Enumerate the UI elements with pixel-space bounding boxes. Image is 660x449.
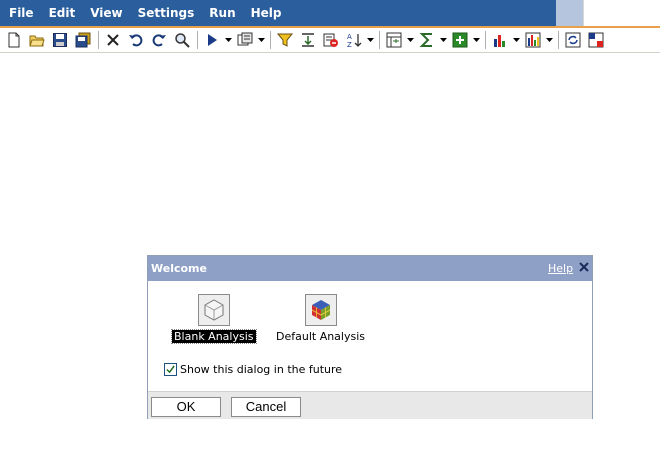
run-options-icon[interactable]	[235, 30, 255, 50]
bar-chart-icon[interactable]	[490, 30, 510, 50]
dialog-footer: OK Cancel	[148, 391, 592, 419]
menu-view[interactable]: View	[81, 0, 128, 26]
dialog-title: Welcome	[151, 262, 207, 275]
find-icon[interactable]	[172, 30, 192, 50]
chevron-down-icon[interactable]	[473, 30, 480, 50]
close-icon[interactable]	[576, 259, 592, 275]
svg-text:A: A	[347, 33, 352, 41]
open-folder-icon[interactable]	[27, 30, 47, 50]
sort-icon[interactable]	[298, 30, 318, 50]
pivot-icon[interactable]	[586, 30, 606, 50]
cancel-button[interactable]: Cancel	[231, 397, 301, 417]
column-chart-icon[interactable]	[523, 30, 543, 50]
menu-edit[interactable]: Edit	[40, 0, 82, 26]
colored-cube-icon	[304, 294, 337, 326]
toolbar-separator	[558, 31, 559, 49]
menu-bar: File Edit View Settings Run Help	[0, 0, 556, 26]
chevron-down-icon[interactable]	[225, 30, 232, 50]
redo-icon[interactable]	[149, 30, 169, 50]
blank-analysis-option[interactable]: Blank Analysis	[171, 294, 257, 344]
default-analysis-option[interactable]: Default Analysis	[274, 294, 367, 343]
new-document-icon[interactable]	[4, 30, 24, 50]
menubar-end-panel	[556, 0, 583, 26]
welcome-dialog: Welcome Help Blank Analysis Default Anal…	[147, 255, 593, 419]
undo-icon[interactable]	[126, 30, 146, 50]
svg-text:Z: Z	[347, 41, 352, 48]
toolbar: AZ	[0, 28, 660, 53]
toolbar-separator	[485, 31, 486, 49]
dialog-titlebar: Welcome Help	[148, 256, 592, 281]
chevron-down-icon[interactable]	[258, 30, 265, 50]
toolbar-separator	[98, 31, 99, 49]
toolbar-separator	[379, 31, 380, 49]
calculate-icon[interactable]	[450, 30, 470, 50]
layout-icon[interactable]	[384, 30, 404, 50]
help-link[interactable]: Help	[548, 262, 573, 275]
show-dialog-label: Show this dialog in the future	[180, 363, 343, 376]
show-dialog-checkbox[interactable]	[164, 363, 177, 376]
sum-icon[interactable]	[417, 30, 437, 50]
refresh-icon[interactable]	[563, 30, 583, 50]
menu-settings[interactable]: Settings	[129, 0, 201, 26]
blank-analysis-label: Blank Analysis	[171, 329, 257, 344]
show-dialog-checkbox-row[interactable]: Show this dialog in the future	[164, 363, 342, 376]
save-all-icon[interactable]	[73, 30, 93, 50]
default-analysis-label: Default Analysis	[276, 330, 366, 343]
save-icon[interactable]	[50, 30, 70, 50]
chevron-down-icon[interactable]	[513, 30, 520, 50]
chevron-down-icon[interactable]	[367, 30, 374, 50]
blank-cube-icon	[197, 294, 230, 326]
chevron-down-icon[interactable]	[440, 30, 447, 50]
chevron-down-icon[interactable]	[546, 30, 553, 50]
chevron-down-icon[interactable]	[407, 30, 414, 50]
menubar-blank-area	[583, 0, 660, 26]
toolbar-separator	[270, 31, 271, 49]
suppress-icon[interactable]	[321, 30, 341, 50]
menu-run[interactable]: Run	[200, 0, 241, 26]
filter-icon[interactable]	[275, 30, 295, 50]
delete-icon[interactable]	[103, 30, 123, 50]
menu-help[interactable]: Help	[242, 0, 288, 26]
sort-az-icon[interactable]: AZ	[344, 30, 364, 50]
toolbar-separator	[197, 31, 198, 49]
ok-button[interactable]: OK	[151, 397, 221, 417]
run-icon[interactable]	[202, 30, 222, 50]
menu-file[interactable]: File	[0, 0, 40, 26]
